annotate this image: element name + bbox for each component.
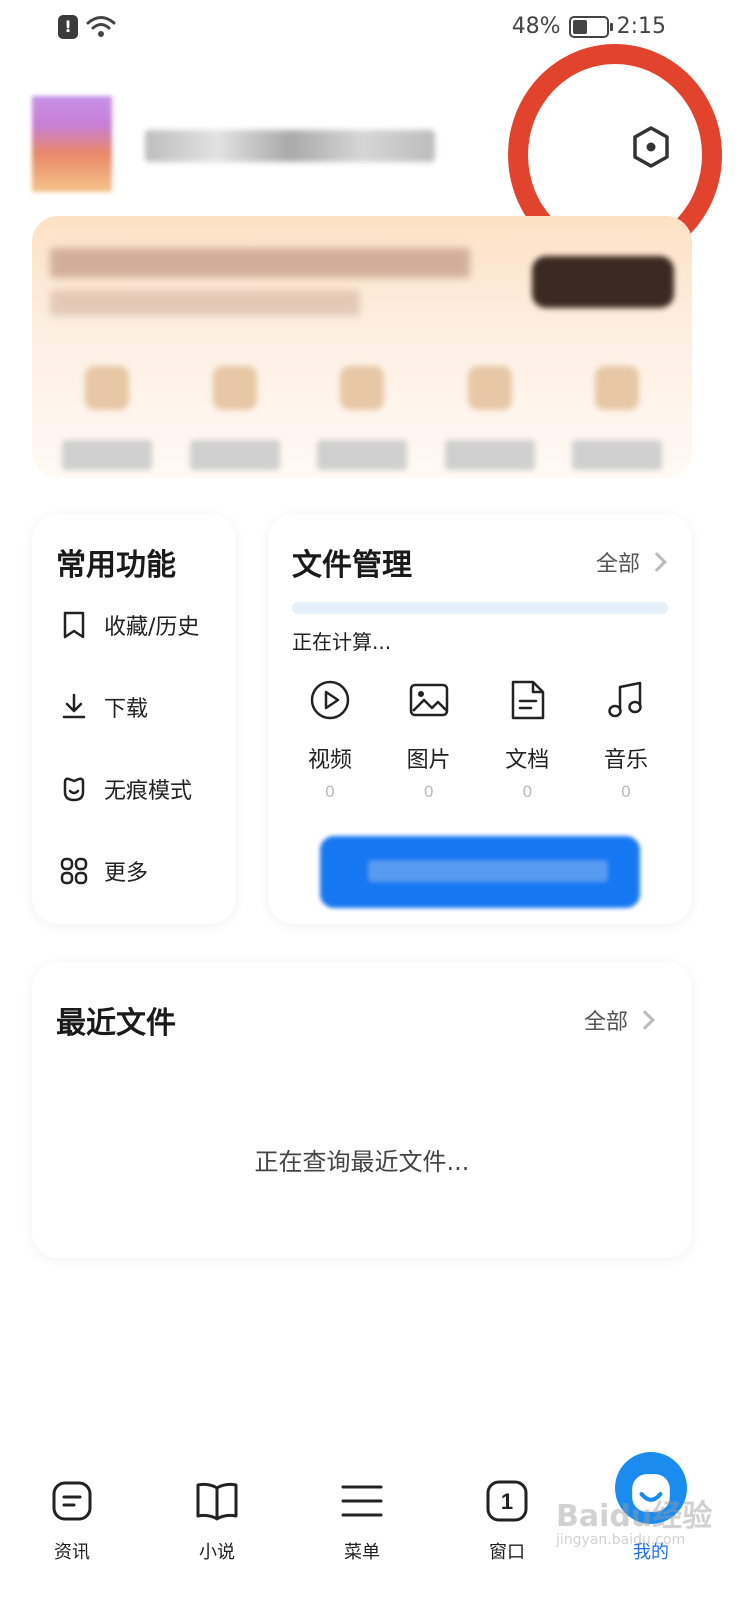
window-count-icon: 1: [486, 1480, 528, 1522]
settings-hexagon-icon: [633, 126, 669, 168]
file-type-document[interactable]: 文档 0: [485, 678, 569, 801]
image-icon: [409, 683, 448, 717]
common-functions-card: 常用功能 收藏/历史 下载 无痕模式 更多: [32, 514, 236, 924]
status-bar: ! 48% 2:15: [0, 0, 738, 56]
promo-action-button[interactable]: [532, 256, 674, 308]
file-type-video[interactable]: 视频 0: [288, 678, 372, 801]
file-type-image[interactable]: 图片 0: [387, 678, 471, 801]
chevron-right-icon: [635, 1010, 655, 1030]
recent-files-title: 最近文件: [56, 1006, 176, 1041]
common-functions-title: 常用功能: [56, 548, 176, 583]
promo-item[interactable]: [435, 366, 545, 470]
incognito-icon: [63, 777, 85, 802]
video-icon: [310, 680, 350, 720]
chevron-right-icon: [647, 552, 667, 572]
favorites-history-item[interactable]: 收藏/历史: [58, 606, 199, 644]
battery-icon: [568, 15, 613, 38]
wifi-icon: [86, 16, 116, 37]
file-management-all-link[interactable]: 全部: [596, 546, 667, 578]
download-icon: [62, 693, 86, 719]
promo-item[interactable]: [52, 366, 162, 470]
menu-icon: [341, 1485, 383, 1517]
file-management-card: 文件管理 全部 正在计算... 视频 0 图片 0 文档 0 音乐 0: [268, 514, 692, 924]
settings-button[interactable]: [628, 124, 674, 170]
battery-percent: 48%: [511, 14, 561, 39]
window-count-badge: 1: [501, 1489, 513, 1514]
baidu-watermark: Baidu经验 jingyan.baidu.com: [556, 1499, 713, 1548]
document-icon: [512, 680, 545, 720]
clock: 2:15: [616, 14, 666, 39]
news-icon: [52, 1481, 92, 1521]
incognito-mode-item[interactable]: 无痕模式: [58, 770, 199, 808]
file-management-title: 文件管理: [292, 548, 412, 583]
file-type-music[interactable]: 音乐 0: [584, 678, 668, 801]
username[interactable]: [145, 130, 435, 162]
nav-news[interactable]: 资讯: [17, 1468, 127, 1564]
promo-item[interactable]: [307, 366, 417, 470]
music-icon: [608, 681, 642, 718]
nav-menu[interactable]: 菜单: [307, 1468, 417, 1564]
promo-item[interactable]: [180, 366, 290, 470]
storage-progress-bar: [292, 602, 668, 614]
recent-files-all-link[interactable]: 全部: [584, 1004, 655, 1036]
calculating-status: 正在计算...: [292, 630, 392, 654]
bookmark-icon: [63, 611, 85, 639]
download-item[interactable]: 下载: [58, 688, 199, 726]
alert-icon: !: [58, 15, 78, 39]
vip-promo-banner[interactable]: [32, 216, 692, 478]
recent-files-loading-text: 正在查询最近文件...: [254, 1148, 470, 1176]
recent-files-card: 最近文件 全部 正在查询最近文件...: [32, 962, 692, 1258]
file-cleanup-button[interactable]: [320, 836, 640, 908]
more-item[interactable]: 更多: [58, 852, 199, 890]
user-avatar[interactable]: [32, 96, 112, 192]
nav-novel[interactable]: 小说: [162, 1468, 272, 1564]
promo-item[interactable]: [562, 366, 672, 470]
grid-icon: [60, 857, 88, 885]
book-icon: [196, 1482, 238, 1521]
nav-windows[interactable]: 1 窗口: [452, 1468, 562, 1564]
